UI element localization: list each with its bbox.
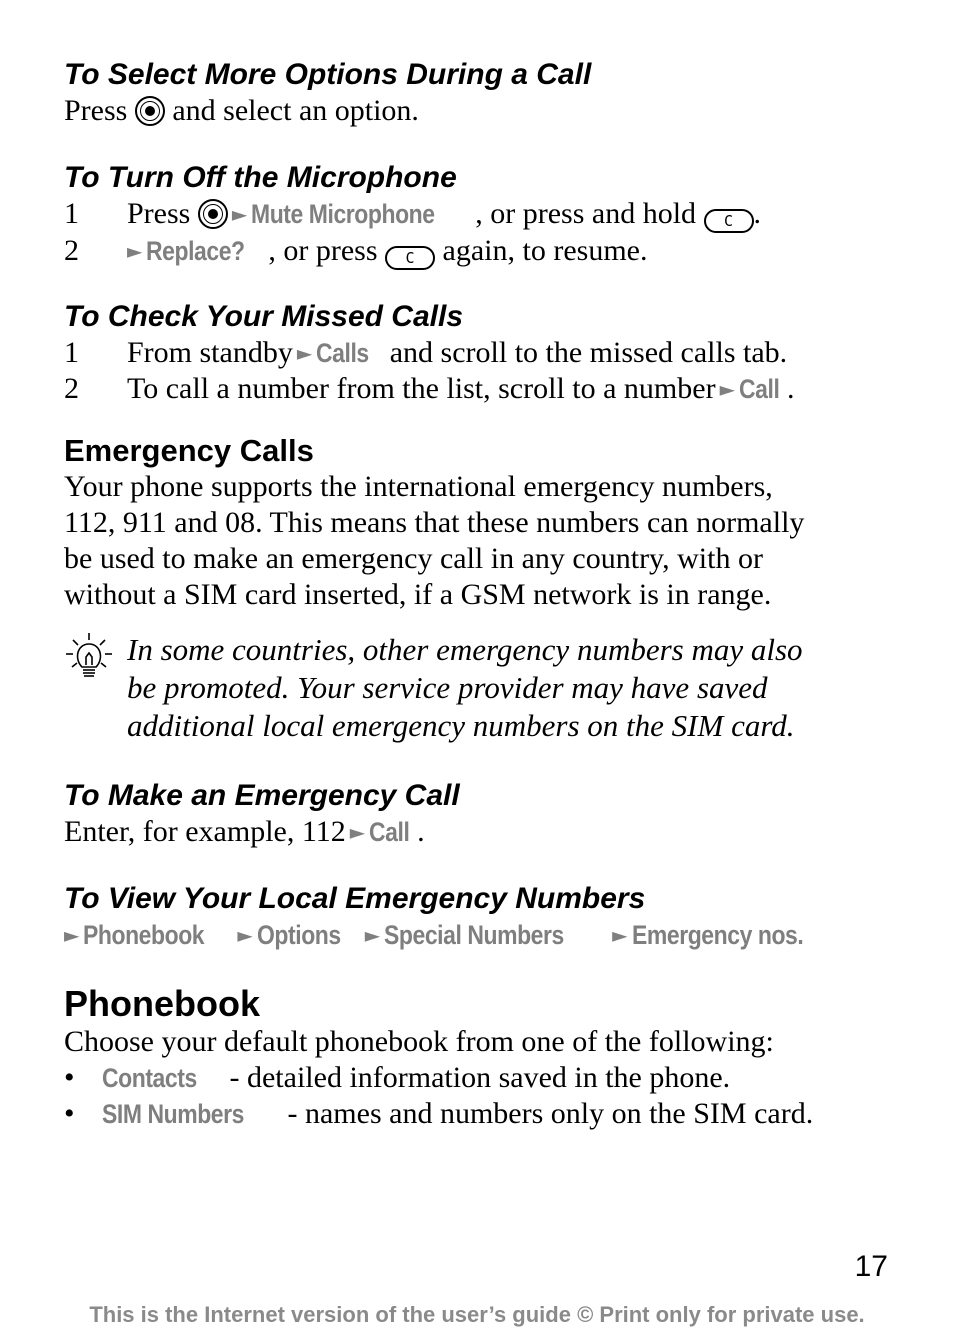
menu-phonebook: Phonebook xyxy=(83,920,205,950)
heading-more-options: To Select More Options During a Call xyxy=(64,58,592,91)
heading-phonebook: Phonebook xyxy=(64,983,260,1024)
list-item: • Contacts - detailed information saved … xyxy=(64,1061,731,1094)
more-options-text: Press and select an option. xyxy=(64,94,419,127)
menu-calls: Calls xyxy=(316,338,369,368)
missed-step-2: 2 To call a number from the list, scroll… xyxy=(64,372,795,405)
joystick-key-icon xyxy=(134,96,165,126)
emergency-body-line: Your phone supports the international em… xyxy=(64,470,773,503)
arrow-icon: ► xyxy=(127,239,143,263)
menu-call: Call xyxy=(369,817,410,847)
arrow-icon: ► xyxy=(237,923,253,947)
heading-view-local-numbers: To View Your Local Emergency Numbers xyxy=(64,882,646,915)
lightbulb-icon xyxy=(64,631,127,745)
tip-line: In some countries, other emergency numbe… xyxy=(127,632,803,667)
emergency-body-line: be used to make an emergency call in any… xyxy=(64,542,763,575)
heading-make-emergency-call: To Make an Emergency Call xyxy=(64,779,460,812)
tip-note: In some countries, other emergency numbe… xyxy=(64,631,944,745)
heading-emergency-calls: Emergency Calls xyxy=(64,433,314,468)
menu-special-numbers: Special Numbers xyxy=(384,920,565,950)
list-item: • SIM Numbers - names and numbers only o… xyxy=(64,1097,814,1130)
arrow-icon: ► xyxy=(719,377,735,401)
tip-line: be promoted. Your service provider may h… xyxy=(127,670,768,705)
menu-path: ► Phonebook ► Options ► Special Numbers ► Emerg… xyxy=(64,917,944,953)
phonebook-intro: Choose your default phonebook from one o… xyxy=(64,1025,774,1058)
menu-replace: Replace? xyxy=(146,236,246,266)
arrow-icon: ► xyxy=(231,202,248,226)
menu-options: Options xyxy=(256,920,341,950)
menu-contacts: Contacts xyxy=(102,1063,197,1093)
heading-microphone: To Turn Off the Microphone xyxy=(64,161,457,194)
footer-notice: This is the Internet version of the user… xyxy=(89,1302,865,1327)
menu-sim-numbers: SIM Numbers xyxy=(102,1099,244,1129)
emergency-body-line: without a SIM card inserted, if a GSM ne… xyxy=(64,578,772,611)
arrow-icon: ► xyxy=(364,923,381,947)
microphone-step-2: 2 ► Replace?, or press C again, to resume… xyxy=(64,233,944,270)
arrow-icon: ► xyxy=(349,820,366,844)
menu-call: Call xyxy=(738,374,780,404)
make-emergency-text: Enter, for example, 112 ► Call. xyxy=(64,815,425,848)
menu-emergency-nos: Emergency nos. xyxy=(631,920,804,950)
arrow-icon: ► xyxy=(64,923,80,947)
tip-line: additional local emergency numbers on th… xyxy=(127,708,795,743)
heading-missed-calls: To Check Your Missed Calls xyxy=(64,300,464,333)
joystick-key-icon xyxy=(197,199,228,229)
microphone-step-1: 1 Press ► Mute Microphone, or press and h… xyxy=(64,196,944,233)
page-number: 17 xyxy=(854,1250,888,1283)
menu-mute-microphone: Mute Microphone xyxy=(251,199,435,229)
arrow-icon: ► xyxy=(612,923,628,947)
emergency-body-line: 112, 911 and 08. This means that these n… xyxy=(64,506,805,539)
arrow-icon: ► xyxy=(296,341,313,365)
c-key-icon: C xyxy=(385,246,436,270)
missed-step-1: 1 From standby ► Calls and scroll to the m… xyxy=(64,336,788,369)
c-key-icon: C xyxy=(703,209,754,233)
